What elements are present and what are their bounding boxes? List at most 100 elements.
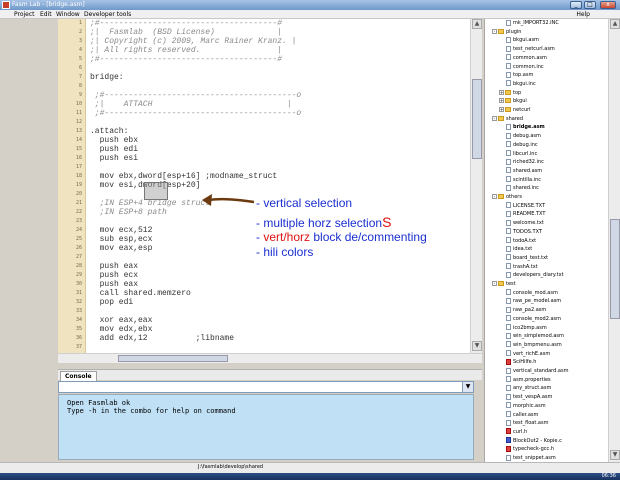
- tree-file[interactable]: test_snippet.asm: [506, 454, 556, 462]
- tree-file[interactable]: console_mod2.asm: [506, 315, 561, 323]
- menu-developer-tools[interactable]: Developer tools: [84, 11, 131, 18]
- code-line[interactable]: 19 mov esi,dword[esp+20]: [58, 181, 470, 190]
- tree-file[interactable]: idea.txt: [506, 245, 532, 253]
- tree-file[interactable]: SciHilfe.h: [506, 358, 536, 366]
- code-line[interactable]: 7 bridge:: [58, 73, 470, 82]
- tree-file[interactable]: asm.properties: [506, 376, 551, 384]
- tree-file[interactable]: TODOS.TXT: [506, 228, 542, 236]
- code-line[interactable]: 12: [58, 118, 470, 127]
- editor-horizontal-scrollbar[interactable]: [58, 353, 482, 363]
- scroll-up-arrow-icon[interactable]: ▲: [472, 19, 482, 29]
- expand-icon[interactable]: +: [499, 89, 504, 95]
- tree-file[interactable]: shared.asm: [506, 167, 542, 175]
- tree-folder[interactable]: + top: [499, 89, 521, 97]
- tree-file[interactable]: bkgui.asm: [506, 36, 539, 44]
- tree-file[interactable]: developers_diary.txt: [506, 271, 564, 279]
- tree-file[interactable]: typecheck-gcc.h: [506, 445, 554, 453]
- collapse-icon[interactable]: -: [492, 115, 497, 121]
- tree-file[interactable]: common.asm: [506, 54, 547, 62]
- console-command-combo[interactable]: ▼: [58, 381, 474, 393]
- tree-vertical-scroll-thumb[interactable]: [610, 219, 620, 319]
- tree-file[interactable]: raw_pe_model.asm: [506, 297, 561, 305]
- tree-file[interactable]: raw_pa2.asm: [506, 306, 546, 314]
- code-line[interactable]: 10 ;| ATTACH |: [58, 100, 470, 109]
- code-editor[interactable]: 1 ;#-------------------------------------…: [58, 19, 470, 353]
- tree-file[interactable]: test_float.asm: [506, 419, 548, 427]
- tree-file[interactable]: welcome.txt: [506, 219, 544, 227]
- tree-file[interactable]: common.inc: [506, 63, 544, 71]
- project-tree[interactable]: mk_IMPORT32.INC - plugin bkgui.asm test_netc…: [484, 19, 608, 462]
- code-line[interactable]: 33: [58, 307, 470, 316]
- tree-folder[interactable]: - plugin: [492, 28, 521, 36]
- code-line[interactable]: 30 push eax: [58, 280, 470, 289]
- code-line[interactable]: 1 ;#-------------------------------------…: [58, 19, 470, 28]
- code-line[interactable]: 16 push esi: [58, 154, 470, 163]
- code-line[interactable]: 9 ;#------------------------------------…: [58, 91, 470, 100]
- collapse-icon[interactable]: -: [492, 194, 497, 199]
- menu-project[interactable]: Project: [14, 11, 35, 18]
- code-line[interactable]: 18 mov ebx,dword[esp+16] ;modname_struct: [58, 172, 470, 181]
- tree-file[interactable]: mk_IMPORT32.INC: [506, 19, 559, 27]
- tree-folder[interactable]: - shared: [492, 115, 523, 123]
- tree-folder[interactable]: - test: [492, 280, 516, 288]
- tree-file[interactable]: bkgui.inc: [506, 80, 536, 88]
- tree-file[interactable]: test_vespA.asm: [506, 393, 552, 401]
- tree-file[interactable]: morphic.asm: [506, 402, 546, 410]
- tree-file[interactable]: vertical_standard.asm: [506, 367, 568, 375]
- tree-file[interactable]: shared.inc: [506, 184, 539, 192]
- code-line[interactable]: 8: [58, 82, 470, 91]
- code-line[interactable]: 17: [58, 163, 470, 172]
- tree-file[interactable]: trashA.txt: [506, 263, 538, 271]
- code-line[interactable]: 28 push eax: [58, 262, 470, 271]
- tree-file[interactable]: debug.asm: [506, 132, 541, 140]
- tree-file[interactable]: libcurl.inc: [506, 150, 537, 158]
- code-line[interactable]: 35 mov edx,ebx: [58, 325, 470, 334]
- tree-file[interactable]: ico2bmp.asm: [506, 324, 547, 332]
- code-line[interactable]: 36 add edx,12 ;libname: [58, 334, 470, 343]
- code-line[interactable]: 31 call shared.memzero: [58, 289, 470, 298]
- tree-file[interactable]: board_test.txt: [506, 254, 548, 262]
- menu-edit[interactable]: Edit: [40, 11, 52, 18]
- code-line[interactable]: 14 push ebx: [58, 136, 470, 145]
- code-line[interactable]: 2 ;| Fasmlab (BSD License) |: [58, 28, 470, 37]
- expand-icon[interactable]: +: [499, 107, 504, 112]
- minimize-button[interactable]: _: [570, 1, 582, 9]
- tab-console[interactable]: Console: [60, 371, 97, 381]
- code-line[interactable]: 11 ;#-----------------------------------…: [58, 109, 470, 118]
- code-line[interactable]: 3 ;| Copyright (c) 2009, Marc Rainer Kran…: [58, 37, 470, 46]
- expand-icon[interactable]: +: [499, 98, 504, 104]
- tree-file[interactable]: any_struct.asm: [506, 384, 551, 392]
- maximize-button[interactable]: □: [584, 1, 596, 9]
- tree-folder[interactable]: + bkgui: [499, 97, 527, 105]
- tree-file[interactable]: win_bmpmenu.asm: [506, 341, 562, 349]
- code-line[interactable]: 13 .attach:: [58, 127, 470, 136]
- menu-window[interactable]: Window: [56, 11, 80, 18]
- close-button[interactable]: x: [600, 1, 616, 9]
- menu-help[interactable]: Help: [576, 11, 590, 18]
- editor-vertical-scrollbar[interactable]: ▲ ▼: [470, 19, 482, 353]
- tree-file[interactable]: riched32.inc: [506, 158, 544, 166]
- tree-folder[interactable]: + netcurl: [499, 106, 531, 114]
- tree-file[interactable]: top.asm: [506, 71, 533, 79]
- scroll-down-arrow-icon[interactable]: ▼: [472, 341, 482, 351]
- tree-file[interactable]: scintilla.inc: [506, 176, 541, 184]
- tree-file[interactable]: debug.inc: [506, 141, 538, 149]
- tree-file[interactable]: BlockOut2 - Kopie.c: [506, 437, 562, 445]
- editor-vertical-scroll-thumb[interactable]: [472, 79, 482, 159]
- code-line[interactable]: 37: [58, 343, 470, 352]
- code-line[interactable]: 4 ;| All rights reserved. |: [58, 46, 470, 55]
- code-line[interactable]: 6: [58, 64, 470, 73]
- tree-vertical-scrollbar[interactable]: ▲ ▼: [608, 19, 620, 462]
- tree-file[interactable]: README.TXT: [506, 210, 545, 218]
- tree-file[interactable]: win_simplemod.asm: [506, 332, 564, 340]
- tree-folder[interactable]: - others: [492, 193, 522, 201]
- collapse-icon[interactable]: -: [492, 28, 497, 34]
- tree-file[interactable]: test_netcurl.asm: [506, 45, 555, 53]
- tree-file[interactable]: vert_richE.asm: [506, 350, 550, 358]
- editor-horizontal-scroll-thumb[interactable]: [118, 355, 228, 362]
- tree-file[interactable]: console_mod.asm: [506, 289, 558, 297]
- code-line[interactable]: 34 xor eax,eax: [58, 316, 470, 325]
- code-line[interactable]: 15 push edi: [58, 145, 470, 154]
- tree-scroll-up-arrow-icon[interactable]: ▲: [610, 19, 620, 29]
- code-line[interactable]: 32 pop edi: [58, 298, 470, 307]
